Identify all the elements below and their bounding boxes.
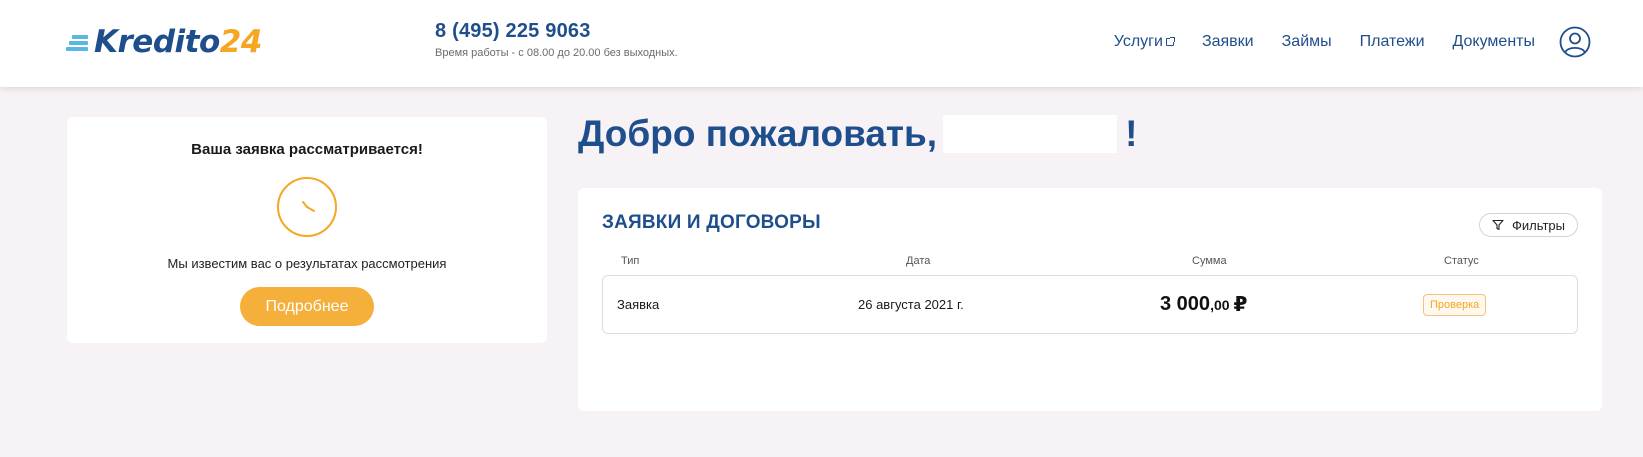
- nav-item-label: Заявки: [1201, 32, 1254, 50]
- nav-item-applications[interactable]: Заявки: [1202, 33, 1254, 51]
- welcome-prefix: Добро пожаловать,: [578, 113, 938, 154]
- phone-number[interactable]: 8 (495) 225 9063: [435, 20, 678, 43]
- column-header-date: Дата: [906, 255, 931, 267]
- column-header-type: Тип: [621, 255, 640, 267]
- clock-icon: [277, 177, 337, 237]
- application-status-card: Ваша заявка рассматривается! Мы известим…: [67, 117, 547, 343]
- filter-icon: [1492, 219, 1504, 231]
- user-circle-icon[interactable]: [1559, 26, 1591, 58]
- column-header-amount: Сумма: [1192, 255, 1227, 267]
- applications-panel: ЗАЯВКИ И ДОГОВОРЫ Фильтры Тип Дата Сумма…: [578, 188, 1602, 411]
- logo[interactable]: Kredito 24: [66, 22, 262, 62]
- main-nav: Услуги Заявки Займы Платежи Документы: [1114, 0, 1643, 83]
- nav-item-documents[interactable]: Документы: [1453, 33, 1535, 51]
- nav-item-label: Займы: [1281, 32, 1332, 50]
- amount-decimal: ,00: [1210, 296, 1230, 313]
- row-type: Заявка: [617, 297, 660, 312]
- table-row[interactable]: Заявка 26 августа 2021 г. 3 000,00 ₽ Пров…: [602, 275, 1578, 334]
- panel-title: ЗАЯВКИ И ДОГОВОРЫ: [602, 212, 821, 233]
- currency-symbol: ₽: [1233, 294, 1248, 316]
- working-hours: Время работы - с 08.00 до 20.00 без выхо…: [435, 47, 678, 59]
- welcome-heading: Добро пожаловать, !: [578, 113, 1137, 155]
- nav-item-label: Платежи: [1359, 32, 1425, 50]
- status-badge: Проверка: [1423, 293, 1487, 316]
- nav-item-loans[interactable]: Займы: [1282, 33, 1332, 51]
- logo-stripes-icon: [66, 29, 94, 55]
- logo-text-part1: Kredito: [94, 24, 220, 60]
- status-title: Ваша заявка рассматривается!: [191, 141, 423, 158]
- column-header-status: Статус: [1444, 255, 1479, 267]
- logo-text: Kredito 24: [94, 24, 262, 60]
- welcome-suffix: !: [1125, 113, 1138, 154]
- nav-item-label: Услуги: [1113, 32, 1163, 50]
- amount-main: 3 000: [1160, 293, 1211, 315]
- filters-label: Фильтры: [1511, 217, 1565, 233]
- filters-button[interactable]: Фильтры: [1478, 213, 1578, 237]
- row-date: 26 августа 2021 г.: [858, 297, 964, 312]
- contact-block: 8 (495) 225 9063 Время работы - с 08.00 …: [435, 20, 678, 59]
- site-header: Kredito 24 8 (495) 225 9063 Время работы …: [0, 0, 1643, 87]
- external-link-icon: [1165, 36, 1175, 46]
- details-button[interactable]: Подробнее: [240, 287, 374, 326]
- row-status: Проверка: [1423, 276, 1487, 333]
- nav-item-label: Документы: [1452, 32, 1535, 50]
- nav-item-payments[interactable]: Платежи: [1360, 33, 1425, 51]
- row-amount: 3 000,00 ₽: [1160, 276, 1247, 333]
- status-subtitle: Мы известим вас о результатах рассмотрен…: [167, 256, 447, 271]
- logo-text-part2: 24: [219, 24, 263, 60]
- user-name-redacted: [943, 115, 1118, 153]
- nav-item-services[interactable]: Услуги: [1113, 32, 1175, 51]
